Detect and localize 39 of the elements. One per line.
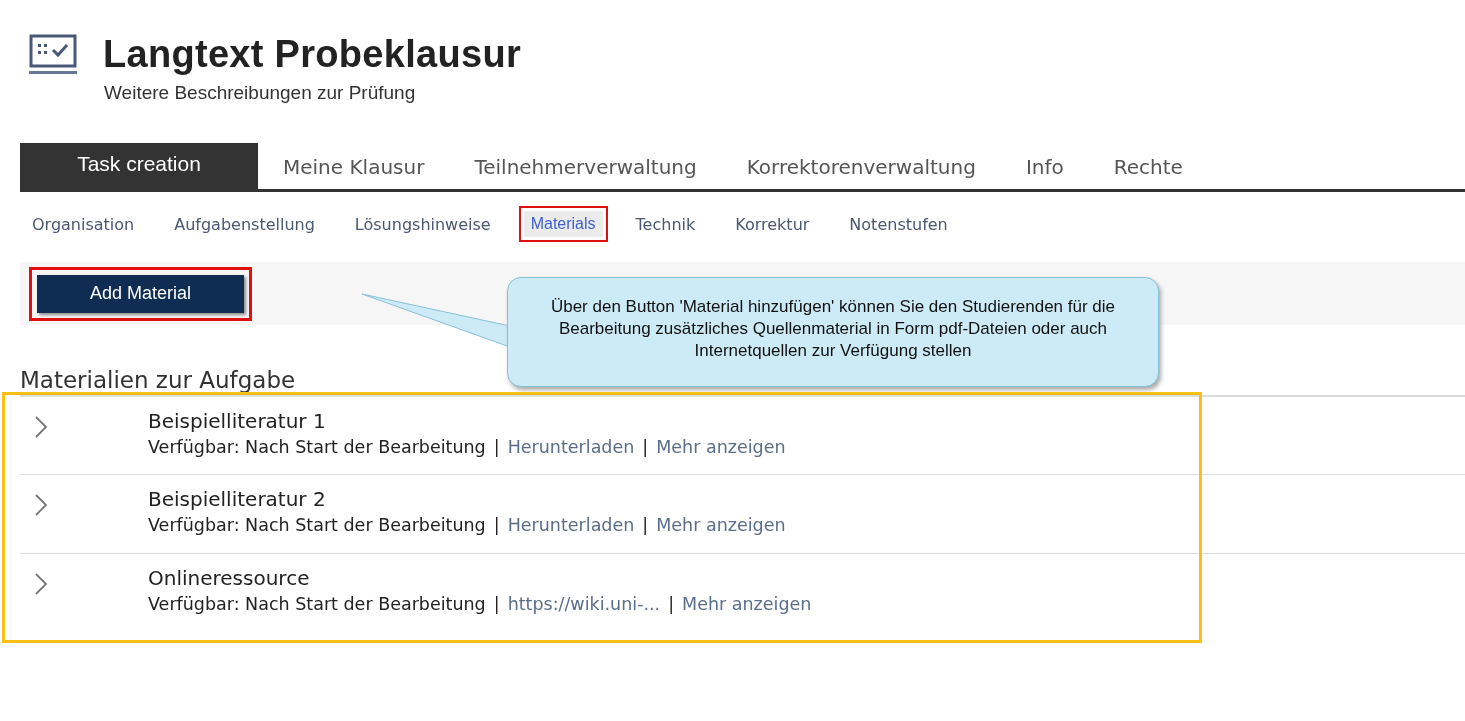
sub-tab[interactable]: Aufgabenstellung <box>167 210 322 238</box>
section-heading: Materialien zur Aufgabe <box>20 367 297 392</box>
availability-text: Verfügbar: Nach Start der Bearbeitung <box>148 437 486 457</box>
sub-tab[interactable]: Materials <box>523 211 603 237</box>
link[interactable]: Herunterladen <box>507 437 635 457</box>
tab[interactable]: Task creation <box>20 143 258 189</box>
separator: | <box>493 515 500 535</box>
availability-text: Verfügbar: Nach Start der Bearbeitung <box>148 594 486 614</box>
separator: | <box>493 437 500 457</box>
link[interactable]: Mehr anzeigen <box>656 437 786 457</box>
material-title: Onlineressource <box>148 566 311 592</box>
material-title: Beispielliteratur 2 <box>148 487 327 513</box>
tab[interactable]: Rechte <box>1088 143 1208 189</box>
page-subtitle: Weitere Beschreibungen zur Prüfung <box>104 82 417 104</box>
chevron-right-icon[interactable] <box>34 572 48 596</box>
separator: | <box>668 594 675 614</box>
tab[interactable]: Korrektorenverwaltung <box>721 143 1001 189</box>
tab[interactable]: Meine Klausur <box>258 143 450 189</box>
tab[interactable]: Info <box>1000 143 1089 189</box>
sub-tab[interactable]: Lösungshinweise <box>347 210 498 238</box>
exam-monitor-icon <box>29 34 77 76</box>
availability-text: Verfügbar: Nach Start der Bearbeitung <box>148 515 486 535</box>
chevron-right-icon[interactable] <box>34 493 48 517</box>
link[interactable]: Mehr anzeigen <box>682 594 812 614</box>
separator: | <box>493 594 500 614</box>
sub-tab[interactable]: Korrektur <box>728 210 817 238</box>
link[interactable]: Mehr anzeigen <box>656 515 786 535</box>
material-title: Beispielliteratur 1 <box>148 409 327 435</box>
separator: | <box>642 437 649 457</box>
sub-tab[interactable]: Technik <box>628 210 703 238</box>
chevron-right-icon[interactable] <box>34 415 48 439</box>
page-title: Langtext Probeklausur <box>103 32 522 76</box>
separator: | <box>642 515 649 535</box>
link[interactable]: https://wiki.uni-... <box>507 594 661 614</box>
sub-tab[interactable]: Organisation <box>25 210 142 238</box>
link[interactable]: Herunterladen <box>507 515 635 535</box>
sub-tab[interactable]: Notenstufen <box>842 210 955 238</box>
tab[interactable]: Teilnehmerverwaltung <box>449 143 722 189</box>
add-material-button[interactable]: Add Material <box>37 274 244 313</box>
